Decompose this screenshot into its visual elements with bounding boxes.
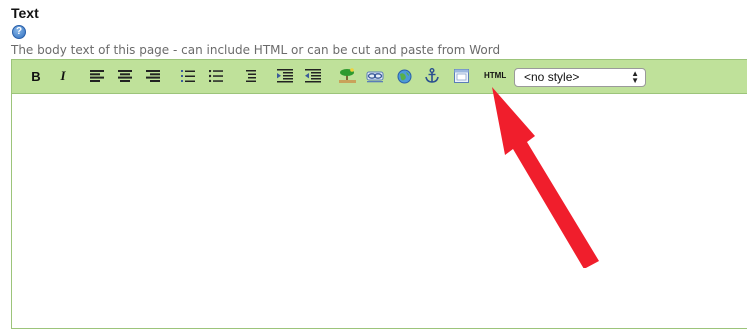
insert-image-icon: [338, 68, 356, 83]
align-center-button[interactable]: [116, 67, 134, 85]
indent-button[interactable]: [276, 67, 294, 85]
ordered-list-icon: [181, 70, 195, 82]
outdent-icon: [246, 70, 256, 82]
italic-icon: I: [60, 68, 66, 83]
bold-icon: B: [31, 68, 41, 84]
outdent-button[interactable]: [242, 67, 260, 85]
field-title: Text: [11, 5, 39, 21]
indent-more-button[interactable]: [304, 67, 322, 85]
unordered-list-icon: [209, 70, 223, 82]
bold-button[interactable]: B: [27, 67, 45, 85]
indent-more-icon: [305, 69, 321, 83]
insert-link-icon: [366, 71, 384, 83]
web-link-button[interactable]: [395, 67, 413, 85]
align-left-button[interactable]: [88, 67, 106, 85]
anchor-button[interactable]: [423, 67, 441, 85]
editor-content-area[interactable]: [12, 94, 747, 328]
web-link-icon: [397, 69, 411, 83]
italic-button[interactable]: I: [54, 67, 72, 85]
align-left-icon: [90, 70, 104, 82]
insert-table-icon: [453, 69, 469, 83]
rich-text-editor[interactable]: B I HTML <no style> ▲ ▼: [11, 59, 747, 329]
indent-icon: [277, 69, 293, 83]
anchor-icon: [425, 68, 439, 83]
insert-table-button[interactable]: [452, 67, 470, 85]
field-description: The body text of this page - can include…: [11, 43, 501, 57]
editor-toolbar: B I HTML <no style> ▲ ▼: [12, 60, 747, 94]
unordered-list-button[interactable]: [207, 67, 225, 85]
align-right-button[interactable]: [144, 67, 162, 85]
select-arrows-icon: ▲ ▼: [631, 69, 639, 85]
insert-image-button[interactable]: [338, 67, 356, 85]
help-icon[interactable]: ?: [12, 25, 26, 39]
annotation-arrow-icon: [492, 87, 599, 268]
align-center-icon: [118, 70, 132, 82]
align-right-icon: [146, 70, 160, 82]
ordered-list-button[interactable]: [179, 67, 197, 85]
insert-link-button[interactable]: [366, 67, 384, 85]
